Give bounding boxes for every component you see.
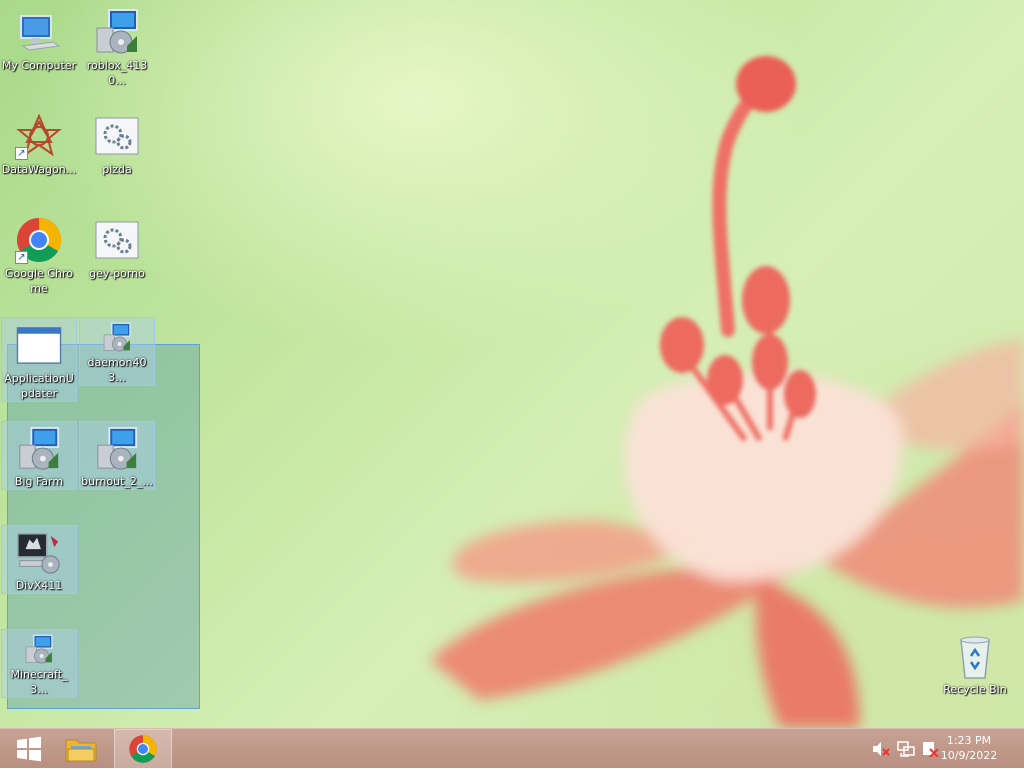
taskbar: 1:23 PM 10/9/2022: [0, 728, 1024, 769]
start-button[interactable]: [0, 729, 58, 769]
folder-icon: [65, 739, 97, 762]
divx-installer-icon: [17, 533, 60, 574]
recycle-bin-icon: [960, 636, 990, 679]
desktop-icon-recycle-bin[interactable]: Recycle Bin: [937, 628, 1013, 697]
clock-time: 1:23 PM: [946, 734, 992, 747]
desktop-icon-label: daemon403...: [87, 356, 147, 384]
desktop-icon-roblox[interactable]: roblox_4130...: [79, 4, 155, 88]
desktop-icon-pizda[interactable]: pizda: [79, 108, 155, 177]
desktop-icon-google-chrome[interactable]: ↗ Google Chrome: [1, 212, 77, 296]
desktop-icon-label: DataWagon...: [1, 163, 77, 176]
taskbar-google-chrome[interactable]: [114, 729, 172, 769]
script-file-icon: [95, 221, 139, 259]
desktop-icon-label: Google Chrome: [5, 267, 73, 295]
clock-date: 10/9/2022: [940, 749, 998, 762]
chrome-icon: [129, 735, 157, 763]
app-window-icon: [16, 327, 62, 364]
desktop-icon-gey-porno[interactable]: gey-porno: [79, 212, 155, 281]
network-icon[interactable]: [897, 741, 915, 757]
installer-icon: [97, 426, 138, 470]
desktop-icon-burnout[interactable]: burnout_2_...: [79, 421, 155, 490]
desktop[interactable]: My Computer ↗ DataWagon... ↗ Google Chro…: [0, 0, 1024, 728]
desktop-icon-label: ApplicationUpdater: [4, 372, 74, 400]
taskbar-file-explorer[interactable]: [52, 729, 110, 769]
desktop-icon-minecraft[interactable]: Minecraft_3...: [1, 629, 77, 698]
installer-icon: [96, 9, 138, 54]
desktop-icon-label: pizda: [102, 163, 132, 176]
desktop-icon-label: My Computer: [1, 59, 77, 72]
computer-icon: [20, 15, 61, 51]
windows-logo-icon: [17, 736, 41, 762]
desktop-icon-label: Recycle Bin: [943, 683, 1007, 696]
desktop-icon-datawagon[interactable]: ↗ DataWagon...: [1, 108, 77, 177]
desktop-icon-label: DivX411: [15, 579, 63, 592]
desktop-icon-my-computer[interactable]: My Computer: [1, 4, 77, 73]
taskbar-clock[interactable]: 1:23 PM 10/9/2022: [934, 733, 1004, 763]
speaker-muted-icon[interactable]: [872, 741, 890, 757]
desktop-icon-label: Big Farm: [14, 475, 64, 488]
installer-icon: [103, 322, 131, 352]
desktop-icon-applicationupdater[interactable]: ApplicationUpdater: [1, 317, 77, 402]
shortcut-arrow-icon: ↗: [15, 251, 28, 264]
installer-icon: [25, 634, 53, 664]
shortcut-arrow-icon: ↗: [15, 147, 28, 160]
desktop-icon-label: Minecraft_3...: [10, 668, 68, 696]
installer-icon: [19, 426, 60, 470]
desktop-icon-daemon403[interactable]: daemon403...: [79, 317, 155, 386]
script-file-icon: [95, 117, 139, 155]
desktop-icon-divx411[interactable]: DivX411: [1, 525, 77, 594]
desktop-icon-label: burnout_2_...: [81, 475, 153, 488]
desktop-icon-label: roblox_4130...: [86, 59, 148, 87]
desktop-icon-label: gey-porno: [89, 267, 145, 280]
desktop-icon-big-farm[interactable]: Big Farm: [1, 421, 77, 490]
